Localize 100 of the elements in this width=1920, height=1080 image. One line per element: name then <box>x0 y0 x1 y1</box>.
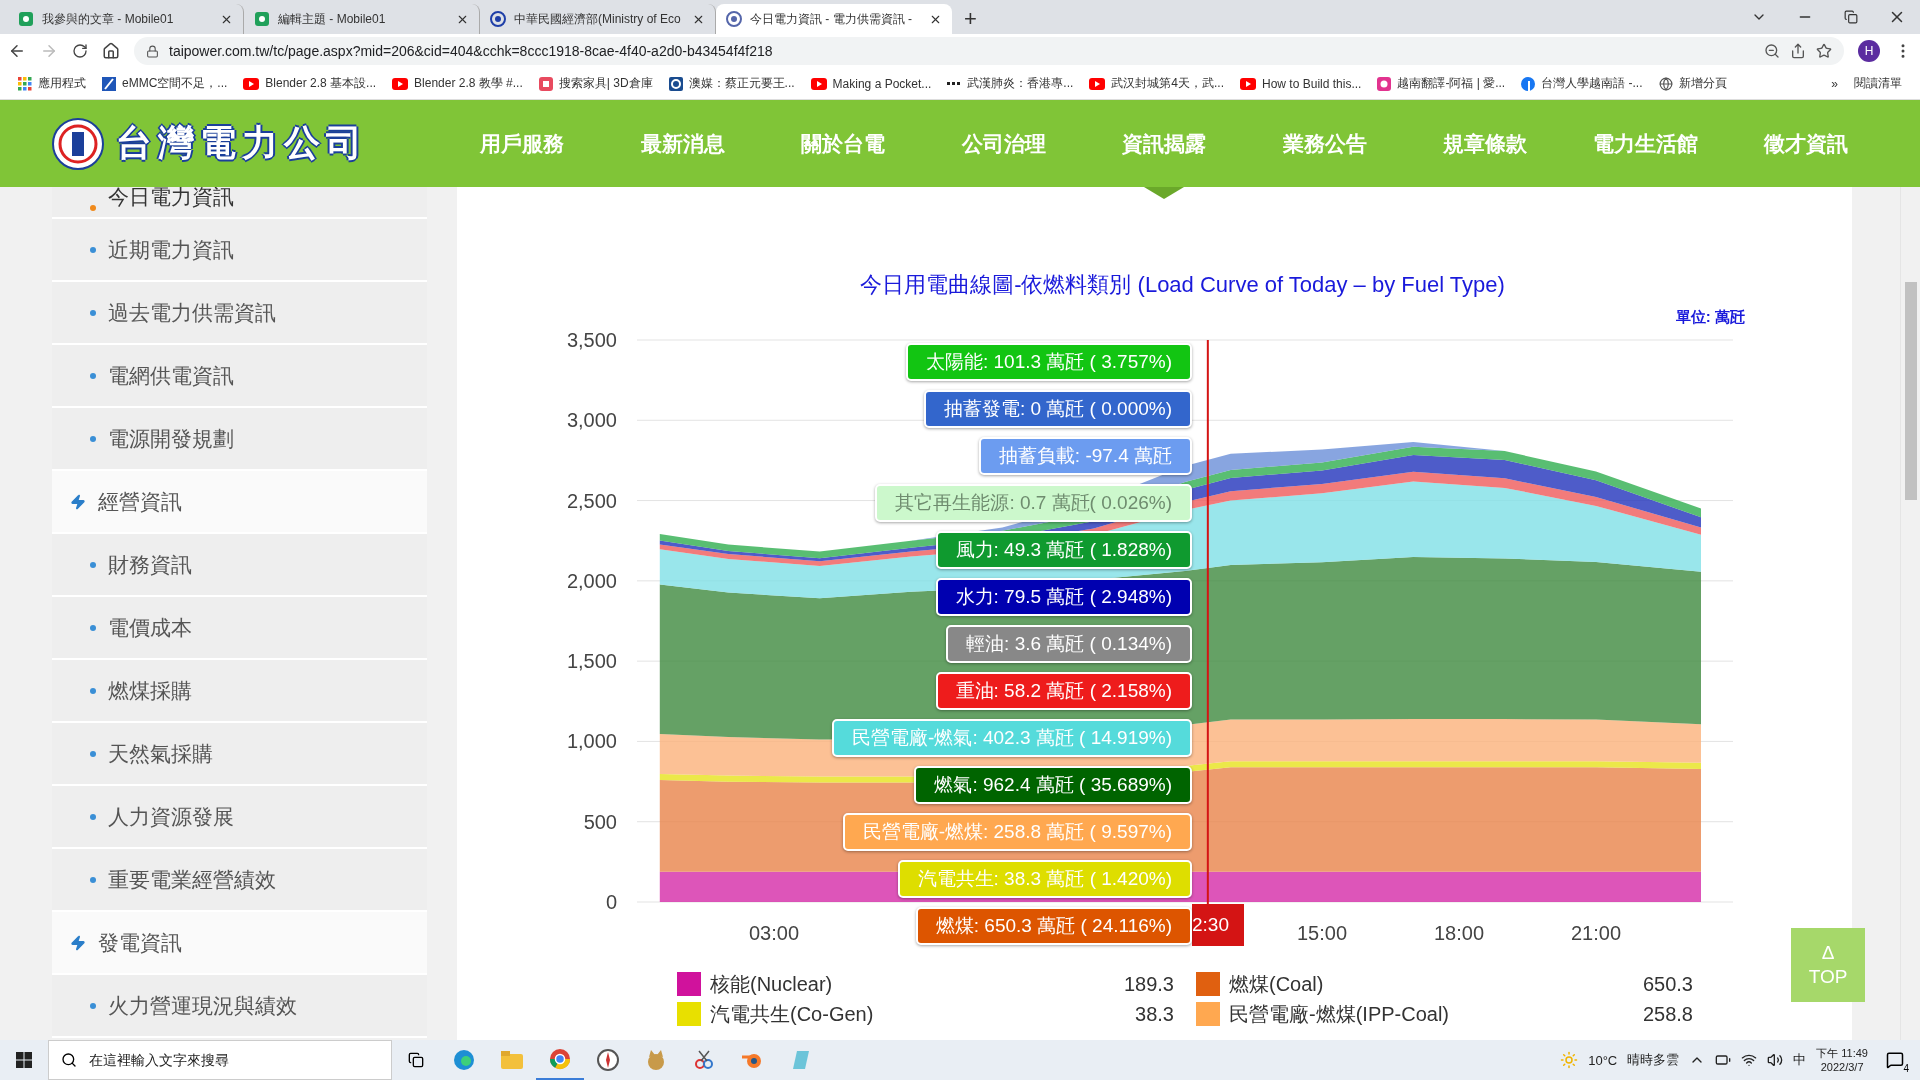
play-icon <box>1240 77 1257 90</box>
unit-label: 單位: 萬瓩 <box>1674 307 1745 327</box>
axis-label: 3,500 <box>566 330 617 351</box>
bullet-dot <box>90 309 96 316</box>
bullet-dot <box>90 561 96 568</box>
bullet-dot <box>90 205 96 211</box>
play-icon <box>243 77 260 90</box>
temperature-text: 10°C <box>1588 1052 1618 1068</box>
scrollbar[interactable] <box>1900 187 1920 1040</box>
legend-value: 189.3 <box>1123 972 1174 996</box>
volume-icon[interactable] <box>1767 1052 1784 1068</box>
axis-label: 15:00 <box>1296 922 1348 944</box>
bookmark[interactable]: eMMC空間不足，... <box>94 70 236 97</box>
chart-title: 今日用電曲線圖-依燃料類別 (Load Curve of Today – by Fuel Type) <box>859 271 1506 299</box>
lightning-icon <box>70 934 86 951</box>
browser-tab[interactable]: 今日電力資訊 - 電力供需資訊 - <box>716 4 952 34</box>
zoom-icon[interactable] <box>1764 43 1780 59</box>
ime-indicator[interactable]: 中 <box>1793 1051 1807 1069</box>
bookmark[interactable]: 台灣人學越南語 -... <box>1513 70 1651 97</box>
legend-label: 核能(Nuclear) <box>710 971 834 997</box>
sidebar-section[interactable]: 經營資訊 <box>52 471 427 534</box>
apps-icon <box>18 76 32 91</box>
notifications-button[interactable]: 4 <box>1878 1040 1912 1080</box>
bookmark[interactable]: 新增分頁 <box>1650 70 1735 97</box>
bookmark[interactable]: 澳媒：蔡正元要王... <box>660 70 803 97</box>
clock-time[interactable]: 下午 11:49 <box>1816 1046 1868 1060</box>
battery-icon[interactable] <box>1715 1052 1732 1068</box>
axis-label: 0 <box>605 891 617 913</box>
bookmark[interactable]: 應用程式 <box>10 70 94 97</box>
symbol-text: Δ <box>1821 942 1835 964</box>
bullet-dot <box>90 246 96 253</box>
bookmark[interactable]: Making a Pocket... <box>802 70 940 97</box>
reload-icon[interactable] <box>72 43 88 59</box>
notification-count: 4 <box>1903 1063 1909 1074</box>
search-icon <box>61 1052 77 1068</box>
bullet-dot <box>90 813 96 820</box>
address-bar[interactable]: taipower.com.tw/tc/page.aspx?mid=206&cid=404&cchk=8ccc1918-8cae-4f40-a2d0-b43454f4f218 <box>134 37 1844 65</box>
bullet-dot <box>90 372 96 379</box>
chart-tooltip: 水力: 79.5 萬瓩 ( 2.948%) <box>935 578 1192 616</box>
lock-icon <box>146 44 159 58</box>
wifi-icon[interactable] <box>1741 1052 1758 1068</box>
bullet-dot <box>90 1002 96 1009</box>
axis-label: 3,000 <box>566 409 617 432</box>
sidebar-item[interactable]: 今日電力資訊 <box>52 187 427 219</box>
bookmark[interactable]: 武漢肺炎：香港專... <box>939 70 1082 97</box>
notification-icon <box>1886 1051 1904 1069</box>
clock-date[interactable]: 2022/3/7 <box>1820 1060 1864 1074</box>
weather-icon <box>1560 1051 1579 1069</box>
windows-icon <box>16 1052 32 1068</box>
bookmark[interactable]: Blender 2.8 基本設... <box>235 70 385 97</box>
axis-label: 1,000 <box>566 730 617 753</box>
axis-label: 2,000 <box>566 569 617 592</box>
bookmark[interactable]: How to Build this... <box>1232 70 1370 97</box>
bullet-dot <box>90 687 96 694</box>
legend-value: 650.3 <box>1642 972 1693 996</box>
weather-text: 晴時多雲 <box>1627 1051 1680 1069</box>
legend-label: 燃煤(Coal) <box>1229 971 1325 997</box>
chart-tooltip: 風力: 49.3 萬瓩 ( 1.828%) <box>935 531 1192 569</box>
bullet-dot <box>90 876 96 883</box>
dots-icon <box>947 81 962 86</box>
play-icon <box>810 77 827 90</box>
bookmark[interactable]: Blender 2.8 教學 #... <box>384 70 531 97</box>
chart-tooltip: 抽蓄負載: -97.4 萬瓩 <box>978 437 1192 475</box>
profile-avatar[interactable]: H <box>1858 40 1880 62</box>
new-tab-button[interactable]: + <box>958 4 983 34</box>
legend-label: 汽電共生(Co-Gen) <box>710 1001 875 1027</box>
star-icon[interactable] <box>1816 43 1832 59</box>
task-view-icon[interactable] <box>408 1052 424 1068</box>
chart-tooltip: 燃煤: 650.3 萬瓩 ( 24.116%) <box>915 907 1192 945</box>
chart-tooltip: 民營電廠-燃煤: 258.8 萬瓩 ( 9.597%) <box>842 813 1192 851</box>
bookmark[interactable]: 越南翻譯-阿福 | 愛... <box>1369 70 1514 97</box>
taskbar-search-field[interactable]: 在這裡輸入文字來搜尋 <box>87 1051 391 1069</box>
site-icon <box>102 76 116 91</box>
more-bookmarks-button[interactable]: » <box>1823 70 1846 97</box>
sidebar-section[interactable]: 發電資訊 <box>52 912 427 975</box>
f-logo-icon <box>1521 76 1536 91</box>
chart-tooltip: 太陽能: 101.3 萬瓩 ( 3.757%) <box>905 343 1192 381</box>
axis-label: 03:00 <box>748 922 800 944</box>
share-icon[interactable] <box>1790 43 1806 59</box>
bullet-dot <box>90 435 96 442</box>
button-label: TOP <box>1808 966 1848 988</box>
axis-label: 21:00 <box>1570 922 1622 944</box>
restore-icon[interactable] <box>1844 10 1858 24</box>
legend-value: 258.8 <box>1642 1002 1693 1026</box>
site-icon <box>18 11 34 27</box>
bookmark[interactable]: 武汉封城第4天，武... <box>1081 70 1233 97</box>
bookmark[interactable]: 搜索家具| 3D倉庫 <box>530 70 661 97</box>
reading-list-button[interactable]: 閱讀清單 <box>1846 70 1910 97</box>
bullet-dot <box>90 750 96 757</box>
taskbar-search-box[interactable]: 在這裡輸入文字來搜尋 <box>48 1040 392 1080</box>
scrollbar-thumb[interactable] <box>1905 282 1917 500</box>
chart-tooltip: 汽電共生: 38.3 萬瓩 ( 1.420%) <box>897 860 1192 898</box>
home-icon[interactable] <box>102 42 120 60</box>
play-icon <box>1089 77 1106 90</box>
bullet-dot <box>90 624 96 631</box>
back-icon[interactable] <box>8 42 26 60</box>
axis-label: 500 <box>583 810 617 833</box>
lightning-icon <box>70 493 86 510</box>
chart-tooltip: 民營電廠-燃氣: 402.3 萬瓩 ( 14.919%) <box>832 719 1192 757</box>
logo-icon[interactable] <box>52 117 104 170</box>
